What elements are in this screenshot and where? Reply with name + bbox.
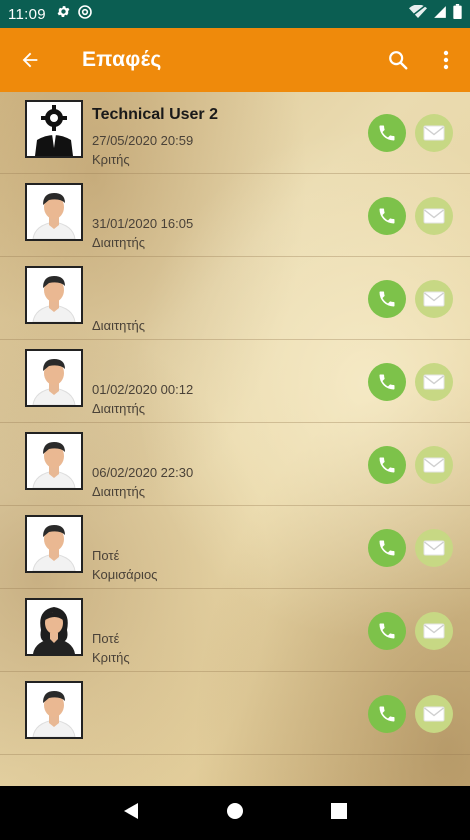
message-button[interactable] [415,280,453,318]
male-avatar [25,349,83,407]
phone-icon [379,208,395,224]
envelope-icon [423,208,445,224]
message-button[interactable] [415,529,453,567]
message-button[interactable] [415,197,453,235]
phone-icon [379,623,395,639]
status-time: 11:09 [8,5,46,23]
call-button[interactable] [368,197,406,235]
square-recents-icon [330,802,347,819]
message-button[interactable] [415,446,453,484]
at-sync-icon [77,4,93,25]
contact-name: Technical User 2 [92,106,218,123]
phone-icon [379,540,395,556]
contact-row[interactable]: Ποτέ Κομισάριος [0,507,470,589]
contact-role: Διαιτητής [92,484,145,499]
contact-last-seen: Ποτέ [92,548,120,563]
search-icon [389,51,408,70]
more-options-button[interactable] [422,28,470,92]
contact-last-seen: Ποτέ [92,631,120,646]
male-avatar [25,183,83,241]
message-button[interactable] [415,612,453,650]
contacts-list: Technical User 2 27/05/2020 20:59 Κριτής… [0,92,470,786]
male-avatar [25,432,83,490]
battery-icon [453,4,462,24]
envelope-icon [423,457,445,473]
call-button[interactable] [368,446,406,484]
triangle-back-icon [124,802,139,819]
contact-role: Κριτής [92,152,130,167]
call-button[interactable] [368,612,406,650]
message-button[interactable] [415,114,453,152]
contact-row[interactable]: 01/02/2020 00:12 Διαιτητής [0,341,470,423]
contact-row[interactable]: Διαιτητής [0,258,470,340]
contact-row[interactable]: 31/01/2020 16:05 Διαιτητής [0,175,470,257]
call-button[interactable] [368,280,406,318]
contact-last-seen: 31/01/2020 16:05 [92,216,194,231]
contact-row[interactable]: 06/02/2020 22:30 Διαιτητής [0,424,470,506]
envelope-icon [423,291,445,307]
call-button[interactable] [368,529,406,567]
call-button[interactable] [368,114,406,152]
message-button[interactable] [415,363,453,401]
search-button[interactable] [374,28,422,92]
phone-icon [379,125,395,141]
back-nav-button[interactable] [123,802,139,825]
contact-row[interactable] [0,673,470,755]
envelope-icon [423,706,445,722]
envelope-icon [423,623,445,639]
home-nav-button[interactable] [226,802,244,825]
app-bar: Επαφές [0,28,470,92]
settings-avatar [25,100,83,158]
envelope-icon [423,125,445,141]
page-title: Επαφές [82,48,162,71]
phone-icon [379,457,395,473]
female-avatar [25,598,83,656]
envelope-icon [423,540,445,556]
phone-icon [379,706,395,722]
envelope-icon [423,374,445,390]
message-button[interactable] [415,695,453,733]
male-avatar [25,681,83,739]
arrow-left-icon [22,52,38,68]
contact-row[interactable]: Ποτέ Κριτής [0,590,470,672]
male-avatar [25,266,83,324]
recents-nav-button[interactable] [330,802,347,824]
phone-icon [379,291,395,307]
wifi-icon [409,4,427,24]
navigation-bar [0,786,470,840]
contact-role: Διαιτητής [92,318,145,333]
phone-icon [379,374,395,390]
status-bar: 11:09 [0,0,470,28]
signal-icon [433,5,447,24]
contact-role: Διαιτητής [92,401,145,416]
back-button[interactable] [0,28,60,92]
circle-home-icon [226,802,243,819]
call-button[interactable] [368,695,406,733]
contact-last-seen: 06/02/2020 22:30 [92,465,194,480]
contact-row[interactable]: Technical User 2 27/05/2020 20:59 Κριτής [0,92,470,174]
call-button[interactable] [368,363,406,401]
male-avatar [25,515,83,573]
contact-last-seen: 01/02/2020 00:12 [92,382,194,397]
more-vert-icon [443,50,449,70]
gear-icon [56,4,71,24]
contact-role: Διαιτητής [92,235,145,250]
contact-last-seen: 27/05/2020 20:59 [92,133,194,148]
contact-role: Κριτής [92,650,130,665]
contact-role: Κομισάριος [92,567,158,582]
